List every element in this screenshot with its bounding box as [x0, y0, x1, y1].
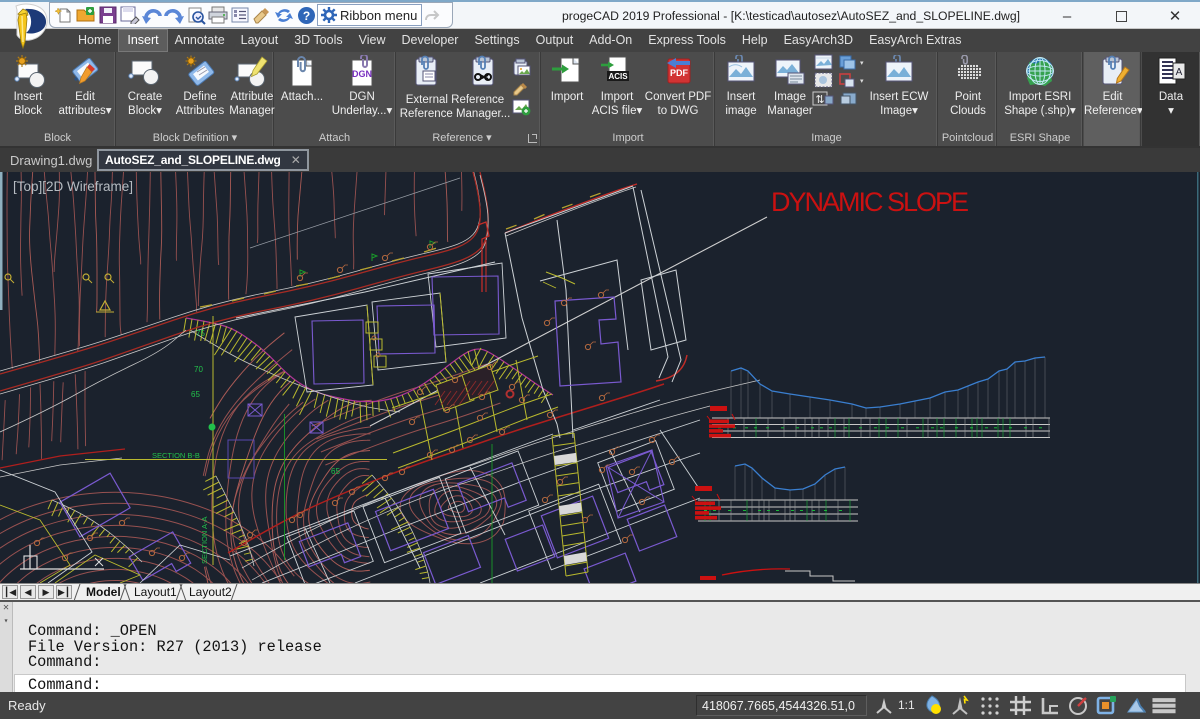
svg-text:75: 75 — [196, 329, 205, 338]
svg-text:SECTION B-B: SECTION B-B — [152, 451, 200, 460]
svg-text:65: 65 — [331, 467, 340, 476]
svg-text:[Top][2D Wireframe]: [Top][2D Wireframe] — [13, 179, 133, 194]
svg-text:ACIS: ACIS — [608, 72, 628, 81]
svg-text:PDF: PDF — [670, 68, 689, 78]
svg-text:65: 65 — [191, 390, 200, 399]
svg-text:DYNAMIC SLOPE: DYNAMIC SLOPE — [771, 187, 969, 217]
svg-text:?: ? — [302, 9, 309, 23]
svg-text:⇅: ⇅ — [815, 94, 824, 106]
svg-text:A: A — [1176, 67, 1183, 78]
svg-text:70: 70 — [194, 365, 203, 374]
svg-text:SECTION A-A: SECTION A-A — [200, 516, 209, 564]
svg-text:DGN: DGN — [352, 69, 372, 79]
